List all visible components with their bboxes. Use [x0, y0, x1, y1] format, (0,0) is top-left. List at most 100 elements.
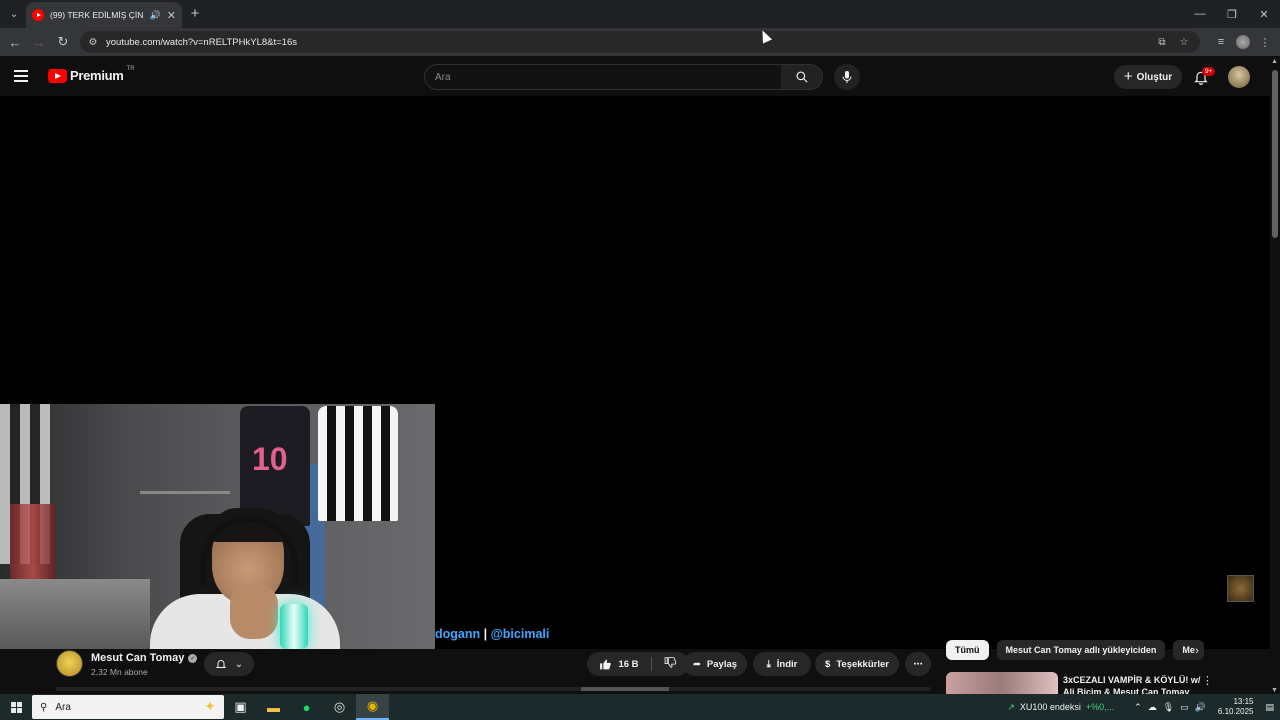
tab-search-chevron-icon[interactable]: ⌄ [4, 4, 24, 24]
caption-right: @bicimali [490, 627, 550, 641]
recommendation-chips: Tümü Mesut Can Tomay adlı yükleyiciden M… [946, 640, 1204, 660]
file-explorer-icon[interactable]: ▬ [257, 694, 290, 720]
forward-button[interactable]: → [29, 32, 49, 52]
channel-avatar[interactable] [56, 650, 83, 677]
clock-date: 6.10.2025 [1217, 707, 1254, 716]
bell-icon [215, 660, 227, 668]
create-button[interactable]: + Oluştur [1114, 65, 1182, 89]
close-tab-icon[interactable]: ✕ [167, 9, 176, 22]
window-controls: — ❐ ✕ [1184, 0, 1280, 28]
restore-button[interactable]: ❐ [1216, 0, 1248, 28]
thanks-button[interactable]: $ Teşekkürler [815, 652, 899, 676]
start-button[interactable] [0, 694, 32, 720]
channel-watermark[interactable] [1227, 575, 1254, 602]
scrollbar-thumb[interactable] [1272, 70, 1278, 238]
channel-name-row[interactable]: Mesut Can Tomay ✓ [91, 652, 198, 664]
chevron-right-icon[interactable]: › [1188, 642, 1206, 660]
copilot-sparkle-icon: ✦ [204, 698, 216, 714]
search-button[interactable] [781, 64, 823, 90]
channel-name[interactable]: Mesut Can Tomay [91, 652, 184, 664]
voice-search-button[interactable] [834, 64, 860, 90]
download-label: İndir [776, 658, 798, 670]
youtube-premium-logo[interactable]: Premium TR [48, 65, 135, 83]
network-icon[interactable]: ▭ [1180, 702, 1189, 713]
search-input[interactable] [435, 71, 781, 83]
clock-time: 13:15 [1233, 697, 1254, 706]
ticker-change: +%0,... [1085, 702, 1115, 712]
search-icon: ⚲ [40, 701, 48, 713]
spotify-icon[interactable]: ● [290, 694, 323, 720]
logo-text: Premium [70, 68, 124, 83]
browser-tabstrip: ⌄ (99) TERK EDİLMİŞ ÇİNLİ KÖ 🔊 ✕ + — ❐ ✕ [0, 0, 1280, 28]
share-label: Paylaş [706, 658, 738, 670]
search-box[interactable] [424, 64, 782, 90]
youtube-play-logo-icon [48, 68, 67, 83]
tray-mic-icon[interactable]: 🎙 [1163, 702, 1174, 713]
notification-center-icon[interactable]: ▤ [1265, 702, 1274, 713]
reload-button[interactable]: ↻ [53, 32, 73, 52]
more-actions-button[interactable]: ⋯ [905, 652, 931, 676]
dislike-button[interactable] [664, 656, 677, 672]
chip-from-uploader[interactable]: Mesut Can Tomay adlı yükleyiciden [996, 640, 1166, 660]
page-scrollbar[interactable]: ▲ ▼ [1270, 56, 1280, 694]
taskbar-search[interactable]: ⚲ Ara ✦ [32, 695, 224, 719]
recommended-video-menu-icon[interactable]: ⋮ [1202, 674, 1213, 687]
ticker-name: XU100 endeksi [1019, 702, 1081, 712]
browser-menu-icon[interactable]: ⋮ [1256, 32, 1274, 52]
plus-icon: + [1123, 68, 1133, 85]
webcam-overlay: 10 [0, 404, 435, 649]
description-scroll-strip [56, 687, 930, 691]
menu-icon[interactable] [14, 66, 34, 86]
volume-icon[interactable]: 🔊 [1195, 702, 1206, 713]
clock[interactable]: 13:15 6.10.2025 [1218, 697, 1254, 717]
minimize-button[interactable]: — [1184, 0, 1216, 28]
search-icon [795, 71, 808, 83]
profile-avatar-icon[interactable] [1236, 35, 1250, 49]
tab-title: (99) TERK EDİLMİŞ ÇİNLİ KÖ [50, 10, 144, 20]
close-window-button[interactable]: ✕ [1248, 0, 1280, 28]
create-label: Oluştur [1136, 71, 1173, 83]
task-view-icon[interactable]: ▣ [224, 694, 257, 720]
recommended-video-title[interactable]: 3xCEZALI VAMPİR & KÖYLÜ! w/ Ali Biçim & … [1063, 674, 1203, 694]
more-horizontal-icon: ⋯ [913, 658, 923, 670]
audio-playing-icon[interactable]: 🔊 [150, 10, 161, 21]
chart-up-icon: ↗ [1007, 701, 1015, 712]
youtube-favicon-icon [32, 9, 44, 21]
chrome-icon[interactable]: ◉ [356, 694, 389, 720]
new-tab-button[interactable]: + [186, 5, 204, 23]
like-button[interactable]: 16 B [599, 658, 639, 671]
video-caption: dogann | @bicimali [435, 627, 549, 641]
caption-separator: | [483, 627, 488, 641]
recommended-video-thumbnail[interactable] [946, 672, 1058, 694]
back-button[interactable]: ← [5, 32, 25, 52]
like-count: 16 B [618, 658, 639, 670]
site-info-icon[interactable]: ⚙ [86, 35, 100, 49]
system-tray: ↗ XU100 endeksi +%0,... ⌃ ☁ 🎙 ▭ 🔊 13:15 … [1007, 694, 1280, 720]
stock-ticker-widget[interactable]: ↗ XU100 endeksi +%0,... [1007, 702, 1114, 713]
download-button[interactable]: ⤓ İndir [753, 652, 811, 676]
download-icon: ⤓ [766, 658, 771, 670]
account-avatar[interactable] [1228, 66, 1250, 88]
subscriber-count: 2,32 Mn abone [91, 667, 148, 677]
browser-tab-active[interactable]: (99) TERK EDİLMİŞ ÇİNLİ KÖ 🔊 ✕ [26, 2, 182, 28]
bookmark-star-icon[interactable]: ☆ [1176, 34, 1192, 50]
onedrive-cloud-icon[interactable]: ☁ [1148, 702, 1157, 713]
media-controls-icon[interactable]: ≡ [1212, 32, 1230, 52]
share-button[interactable]: ➦ Paylaş [683, 652, 747, 676]
country-code: TR [126, 65, 135, 72]
browser-toolbar: ← → ↻ ⚙ youtube.com/watch?v=nRELTPHkYL8&… [0, 28, 1280, 56]
thumbs-down-icon [664, 657, 676, 668]
like-dislike-group: 16 B [587, 652, 689, 676]
super-thanks-icon: $ [825, 658, 831, 670]
tray-chevron-up-icon[interactable]: ⌃ [1134, 702, 1142, 713]
install-app-icon[interactable]: ⧉ [1154, 34, 1170, 50]
app-icon[interactable]: ◎ [323, 694, 356, 720]
chevron-down-icon: ⌄ [234, 658, 244, 670]
url-text: youtube.com/watch?v=nRELTPHkYL8&t=16s [106, 36, 297, 48]
share-icon: ➦ [692, 658, 701, 670]
chip-all[interactable]: Tümü [946, 640, 989, 660]
notification-badge: 9+ [1202, 67, 1216, 76]
subscription-bell-button[interactable]: ⌄ [204, 652, 254, 676]
address-bar[interactable]: ⚙ youtube.com/watch?v=nRELTPHkYL8&t=16s … [80, 31, 1200, 53]
verified-check-icon: ✓ [188, 653, 198, 663]
